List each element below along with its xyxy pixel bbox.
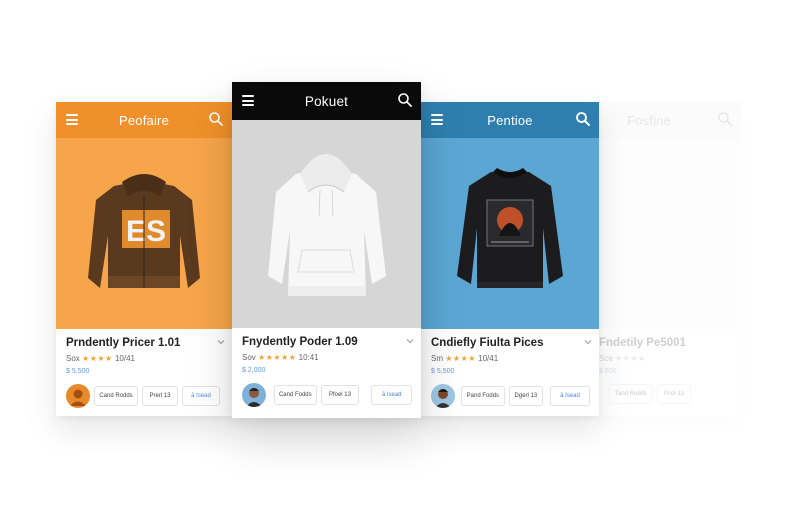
hoodie-brown-image: ES <box>88 174 200 288</box>
card-action-link-button[interactable]: ā Isead <box>182 386 220 406</box>
card-body: Fndetily Pe5001 Sce ★★★★ $ 500 Tand Rodd… <box>599 329 741 404</box>
product-name[interactable]: Fndetily Pe5001 <box>599 337 732 349</box>
card-action-link-button[interactable]: ā Isead <box>371 385 413 405</box>
rating-count: 10:41 <box>298 353 319 362</box>
avatar[interactable] <box>242 383 266 407</box>
card-action-button-1[interactable]: Cand Rodds <box>94 386 138 406</box>
card-header: Peofaire <box>56 102 232 138</box>
card-action-button-1[interactable]: Cand Fodds <box>274 385 317 405</box>
card-body: Fnydently Poder 1.09 Sov ★★★★★ 10:41 $ 2… <box>232 328 421 407</box>
card-header-title: Pokuet <box>304 93 349 109</box>
card-body: Prndently Pricer 1.01 Sox ★★★★ 10/41 $ 5… <box>56 329 232 408</box>
product-rating: Sox ★★★★ 10/41 <box>66 354 223 363</box>
product-rating: Sm ★★★★ 10/41 <box>431 354 590 363</box>
rating-prefix: Sox <box>66 354 80 363</box>
card-actions: Pand Fodds Dgerl 13 ā Isead <box>431 384 590 408</box>
sweatshirt-black-image <box>457 168 563 288</box>
card-header-title: Fosfine <box>627 112 672 128</box>
user-avatar-icon <box>70 389 86 406</box>
card-action-button-2[interactable]: Pcol 13 <box>657 384 691 404</box>
search-icon[interactable] <box>397 92 413 108</box>
star-rating-icons: ★★★★ <box>82 354 113 363</box>
star-rating-icons: ★★★★ <box>445 354 476 363</box>
avatar[interactable] <box>431 384 455 408</box>
product-rating: Sce ★★★★ <box>599 354 732 363</box>
rating-prefix: Sm <box>431 354 443 363</box>
search-icon[interactable] <box>575 111 591 127</box>
rating-count: 10/41 <box>114 354 135 363</box>
card-actions: Tand Rodds Pcol 13 <box>599 384 732 404</box>
product-price: $ 2,000 <box>242 367 266 374</box>
search-icon[interactable] <box>208 111 224 127</box>
product-price: $ 5,500 <box>431 368 455 375</box>
product-price: $ 500 <box>599 368 617 375</box>
card-body: Cndiefly Fiulta Pices Sm ★★★★ 10/41 $ 5,… <box>421 329 599 408</box>
chevron-down-icon[interactable] <box>406 338 414 344</box>
rating-prefix: Sce <box>599 354 613 363</box>
star-rating-icons: ★★★★ <box>615 354 646 363</box>
card-action-link-button[interactable]: ā Isead <box>550 386 590 406</box>
product-image[interactable] <box>421 138 599 329</box>
hamburger-menu-icon[interactable] <box>431 114 443 125</box>
hamburger-menu-icon[interactable] <box>242 95 254 106</box>
hamburger-menu-icon[interactable] <box>66 114 78 125</box>
card-action-button-2[interactable]: Pfoel 13 <box>320 385 360 405</box>
product-name[interactable]: Cndiefly Fiulta Pices <box>431 337 590 349</box>
product-card-3[interactable]: Pentioe Cndiefly Fiulta Pices Sm ★★★★ 10… <box>421 102 599 416</box>
avatar[interactable] <box>66 384 90 408</box>
card-header: Fosfine <box>599 102 741 138</box>
product-image[interactable] <box>232 120 421 328</box>
card-header: Pokuet <box>232 82 421 120</box>
rating-count: 10/41 <box>478 354 499 363</box>
product-image[interactable] <box>599 138 741 329</box>
card-header-title: Pentioe <box>487 112 533 128</box>
product-name[interactable]: Prndently Pricer 1.01 <box>66 337 223 349</box>
rating-prefix: Sov <box>242 353 256 362</box>
card-header: Pentioe <box>421 102 599 138</box>
chevron-down-icon[interactable] <box>217 339 225 345</box>
card-actions: Cand Rodds Prerl 13 ā Isead <box>66 384 223 408</box>
product-rating: Sov ★★★★★ 10:41 <box>242 353 412 362</box>
card-action-button-1[interactable]: Pand Fodds <box>461 386 505 406</box>
hoodie-graphic-text: ES <box>126 215 166 248</box>
product-name[interactable]: Fnydently Poder 1.09 <box>242 336 412 348</box>
product-price: $ 5,500 <box>66 368 90 375</box>
hoodie-white-image <box>268 154 386 296</box>
product-card-4[interactable]: Fosfine Fndetily Pe5001 Sce ★★★★ $ 500 T… <box>599 102 741 416</box>
star-rating-icons: ★★★★★ <box>258 353 297 362</box>
search-icon[interactable] <box>717 111 733 127</box>
card-action-button-1[interactable]: Tand Rodds <box>609 384 653 404</box>
card-action-button-2[interactable]: Dgerl 13 <box>508 386 544 406</box>
chevron-down-icon[interactable] <box>584 339 592 345</box>
card-header-title: Peofaire <box>118 112 170 128</box>
product-card-2[interactable]: Pokuet Fnydently Poder 1.09 Sov ★★★★★ 10… <box>232 82 421 418</box>
user-avatar-icon <box>246 388 262 407</box>
product-image[interactable]: ES <box>56 138 232 329</box>
user-avatar-icon <box>435 389 451 408</box>
card-action-button-2[interactable]: Prerl 13 <box>142 386 178 406</box>
product-card-1[interactable]: Peofaire ES Prndently Pricer 1.01 Sox ★★… <box>56 102 232 416</box>
card-actions: Cand Fodds Pfoel 13 ā Isead <box>242 383 413 407</box>
